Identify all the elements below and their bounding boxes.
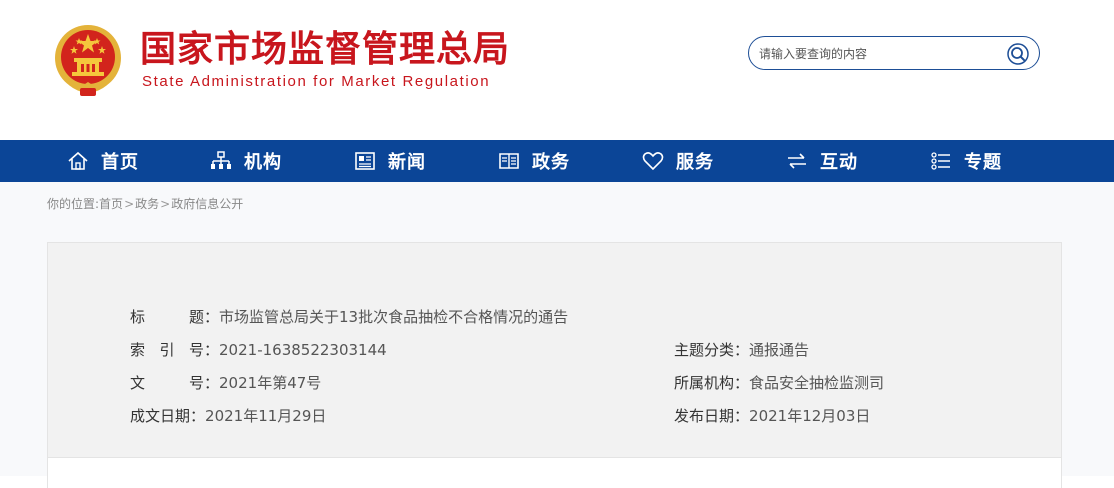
info-value-title: 市场监管总局关于13批次食品抽检不合格情况的通告: [219, 308, 569, 326]
nav-label-news: 新闻: [388, 152, 426, 173]
search-box: [748, 36, 1040, 70]
breadcrumb-link-info-disclosure[interactable]: 政府信息公开: [171, 197, 243, 211]
info-row-org: 所属机构：食品安全抽检监测司: [674, 373, 884, 393]
nav-label-government: 政务: [532, 152, 570, 173]
breadcrumb-link-home[interactable]: 首页: [99, 197, 123, 211]
national-emblem-icon[interactable]: [52, 22, 124, 98]
site-title-en[interactable]: State Administration for Market Regulati…: [142, 73, 490, 90]
info-label-char: 文: [130, 374, 146, 392]
topic-list-icon: [931, 152, 950, 170]
org-chart-icon: [211, 151, 231, 169]
search-icon[interactable]: [1007, 43, 1029, 65]
newspaper-icon: [355, 152, 375, 170]
site-header: 国家市场监督管理总局 State Administration for Mark…: [0, 0, 1114, 140]
info-row-title: 标题 ：市场监管总局关于13批次食品抽检不合格情况的通告: [130, 307, 568, 327]
info-colon: ：: [204, 374, 220, 392]
info-row-topic: 主题分类：通报通告: [674, 340, 809, 360]
nav-item-interaction[interactable]: 互动: [786, 140, 858, 182]
nav-item-topics[interactable]: 专题: [930, 140, 1002, 182]
info-value-index: 2021-1638522303144: [219, 341, 387, 359]
info-value-org: 食品安全抽检监测司: [749, 374, 885, 392]
heart-icon: [642, 152, 664, 171]
nav-item-government[interactable]: 政务: [498, 140, 570, 182]
breadcrumb-prefix: 你的位置:: [47, 197, 100, 211]
nav-label-interaction: 互动: [820, 152, 858, 173]
nav-item-home[interactable]: 首页: [67, 140, 139, 182]
info-row-doc-number: 文号 ：2021年第47号: [130, 373, 321, 393]
info-colon: ：: [734, 374, 750, 392]
site-title-cn[interactable]: 国家市场监督管理总局: [140, 28, 510, 72]
breadcrumb-separator: >: [160, 197, 171, 211]
info-value-created-date: 2021年11月29日: [205, 407, 327, 425]
nav-item-news[interactable]: 新闻: [354, 140, 426, 182]
nav-label-service: 服务: [676, 152, 714, 173]
info-colon: ：: [190, 407, 206, 425]
document-info-panel: 标题 ：市场监管总局关于13批次食品抽检不合格情况的通告 索引号 ：2021-1…: [47, 242, 1062, 458]
info-row-created-date: 成文日期：2021年11月29日: [130, 406, 326, 426]
nav-item-service[interactable]: 服务: [642, 140, 714, 182]
nav-label-home: 首页: [101, 152, 139, 173]
info-value-doc-number: 2021年第47号: [219, 374, 322, 392]
nav-label-topics: 专题: [964, 152, 1002, 173]
government-affairs-icon: [499, 153, 519, 169]
search-input[interactable]: [759, 45, 999, 63]
main-nav: 首页 机构 新闻 政务 服务 互动 专题: [0, 140, 1114, 182]
info-row-index: 索引号 ：2021-1638522303144: [130, 340, 387, 360]
info-label-char: 引: [159, 341, 175, 359]
info-label-doc-number: 文号: [130, 373, 204, 393]
info-label-char: 题: [188, 308, 204, 326]
info-label-title: 标题: [130, 307, 204, 327]
info-label-org: 所属机构: [674, 374, 735, 392]
home-icon: [68, 151, 88, 170]
info-colon: ：: [204, 308, 220, 326]
breadcrumb-link-government[interactable]: 政务: [135, 197, 159, 211]
info-row-published-date: 发布日期：2021年12月03日: [674, 406, 870, 426]
breadcrumb: 你的位置:首页>政务>政府信息公开: [47, 195, 243, 212]
info-label-created-date: 成文日期: [130, 407, 191, 425]
nav-label-org: 机构: [244, 152, 282, 173]
exchange-arrows-icon: [788, 153, 806, 169]
info-label-published-date: 发布日期: [674, 407, 735, 425]
info-label-char: 标: [130, 308, 146, 326]
info-label-topic: 主题分类: [674, 341, 735, 359]
nav-item-org[interactable]: 机构: [210, 140, 282, 182]
info-label-char: 号: [188, 374, 204, 392]
main-content: 你的位置:首页>政务>政府信息公开 标题 ：市场监管总局关于13批次食品抽检不合…: [0, 182, 1114, 488]
info-label-char: 号: [188, 341, 204, 359]
info-colon: ：: [734, 407, 750, 425]
info-colon: ：: [204, 341, 220, 359]
info-colon: ：: [734, 341, 750, 359]
info-value-published-date: 2021年12月03日: [749, 407, 871, 425]
breadcrumb-separator: >: [124, 197, 135, 211]
info-value-topic: 通报通告: [749, 341, 810, 359]
info-label-char: 索: [130, 341, 146, 359]
info-label-index: 索引号: [130, 340, 204, 360]
article-body-start: [47, 458, 1062, 488]
